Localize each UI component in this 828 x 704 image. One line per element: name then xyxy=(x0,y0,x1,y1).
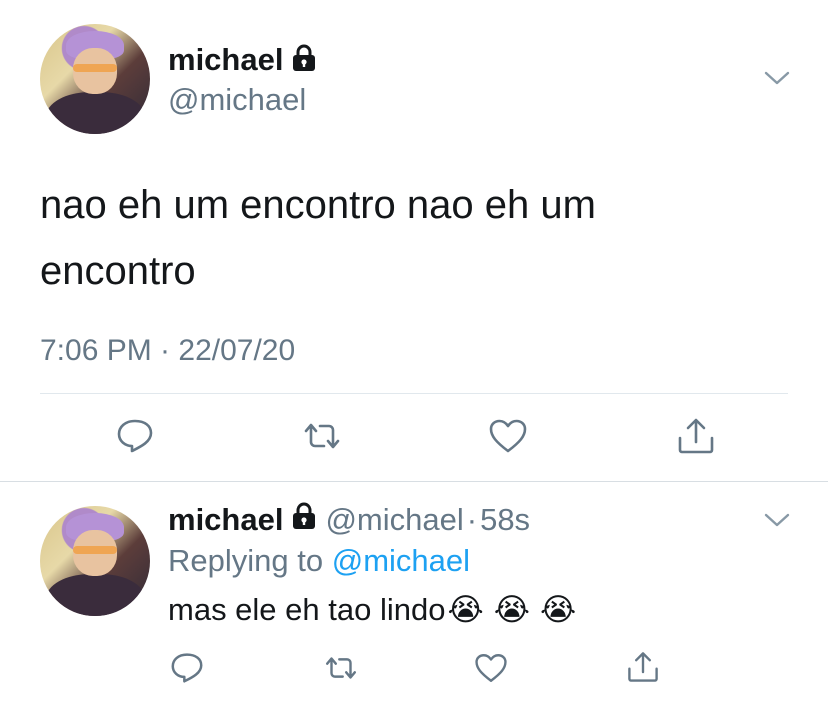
reply-like-button[interactable] xyxy=(474,652,508,684)
reply-separator: · xyxy=(466,502,478,537)
comment-bubble-icon xyxy=(117,419,153,453)
replying-to-label: Replying to xyxy=(168,543,324,578)
crying-face-emoji: 😭 xyxy=(447,592,484,627)
reply-author-avatar[interactable] xyxy=(40,506,150,616)
share-upload-icon xyxy=(678,418,714,454)
reply-reply-button[interactable] xyxy=(170,652,204,684)
section-divider xyxy=(0,481,828,482)
chevron-down-icon[interactable] xyxy=(764,70,790,86)
reply-share-button[interactable] xyxy=(626,650,660,684)
main-reply-button[interactable] xyxy=(116,418,154,454)
comment-bubble-icon xyxy=(171,653,203,683)
retweet-icon xyxy=(325,657,357,679)
main-tweet-timestamp[interactable]: 7:06 PM · 22/07/20 xyxy=(40,334,295,368)
heart-icon xyxy=(489,419,527,453)
reply-tweet-text: mas ele eh tao lindo xyxy=(168,592,446,627)
reply-time-ago[interactable]: 58s xyxy=(480,502,530,538)
replying-to-handle-link[interactable]: @michael xyxy=(332,543,470,578)
reply-author-name[interactable]: michael xyxy=(168,502,283,538)
main-tweet-divider xyxy=(40,393,788,394)
retweet-icon xyxy=(304,423,340,449)
main-like-button[interactable] xyxy=(488,418,528,454)
reply-retweet-button[interactable] xyxy=(322,654,360,682)
main-tweet-text: nao eh um encontro nao eh um encontro xyxy=(40,172,596,304)
reply-author-handle[interactable]: @michael xyxy=(325,502,463,538)
main-author-avatar[interactable] xyxy=(40,24,150,134)
crying-face-emoji: 😭 xyxy=(493,592,530,627)
main-retweet-button[interactable] xyxy=(300,420,344,452)
heart-icon xyxy=(475,654,507,682)
main-tweet-text-line2: encontro xyxy=(40,249,196,293)
chevron-down-icon[interactable] xyxy=(764,512,790,528)
lock-icon xyxy=(291,502,317,538)
lock-icon xyxy=(291,44,317,77)
main-author-name[interactable]: michael xyxy=(168,42,283,78)
main-tweet-text-line1: nao eh um encontro nao eh um xyxy=(40,183,596,227)
main-author-handle[interactable]: @michael xyxy=(168,82,306,118)
share-upload-icon xyxy=(628,652,658,682)
crying-face-emoji: 😭 xyxy=(539,592,577,627)
main-share-button[interactable] xyxy=(676,416,716,456)
